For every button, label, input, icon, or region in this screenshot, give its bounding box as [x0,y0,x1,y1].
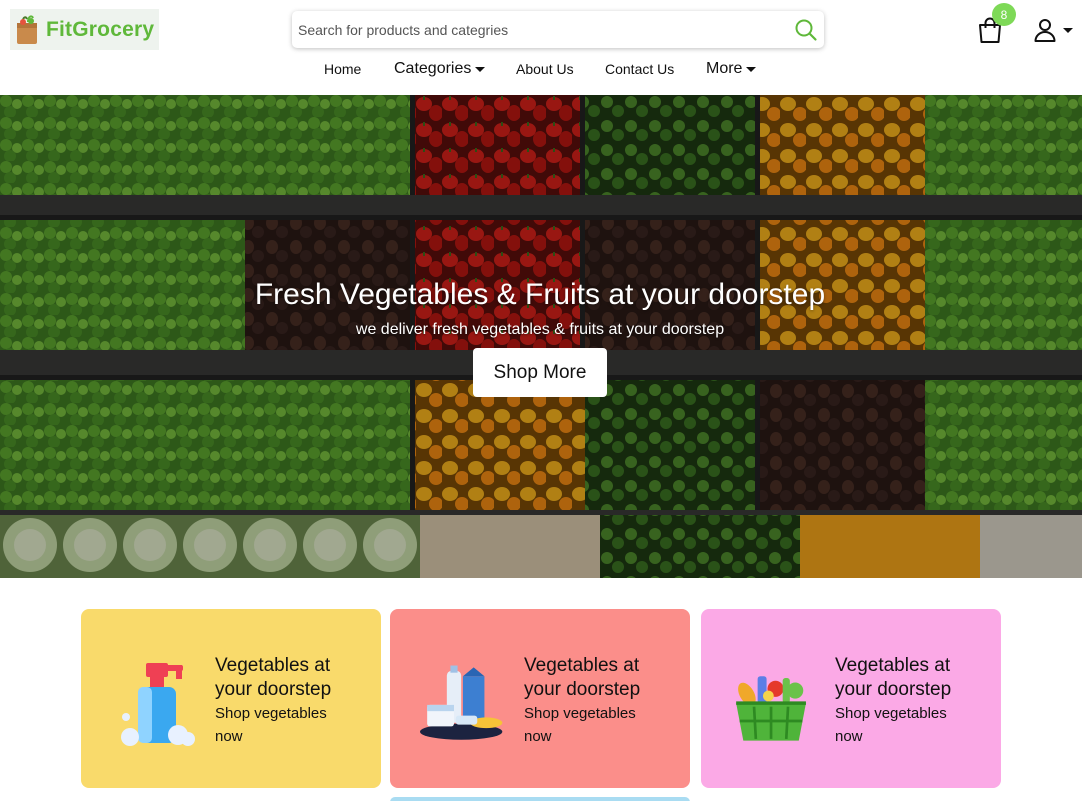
nav-more-label: More [706,60,743,77]
search-bar [292,11,824,48]
main-nav: Home Categories About Us Contact Us More [0,55,1082,83]
search-input[interactable] [292,11,772,48]
hero-title: Fresh Vegetables & Fruits at your doorst… [254,278,826,311]
grocery-bag-icon [17,14,37,44]
nav-contact[interactable]: Contact Us [605,55,674,83]
nav-more[interactable]: More [706,55,757,83]
category-card-partial[interactable] [390,797,690,801]
nav-home-label: Home [324,61,362,77]
nav-home[interactable]: Home [324,55,361,83]
card-title: Vegetables at your doorstep [524,655,641,700]
nav-about-label: About Us [516,61,574,77]
search-icon[interactable] [794,18,818,42]
nav-contact-label: Contact Us [605,61,675,77]
user-icon [1034,19,1056,42]
user-menu[interactable] [1033,17,1073,43]
card-title: Vegetables at your doorstep [215,655,332,700]
shop-more-button[interactable]: Shop More [473,348,607,397]
nav-about[interactable]: About Us [516,55,574,83]
card-description: Shop vegetables now [835,705,947,745]
grocery-basket-icon [736,676,806,741]
chevron-down-icon [1063,27,1073,33]
hero-subtitle: we deliver fresh vegetables & fruits at … [355,321,725,338]
category-card[interactable]: Vegetables at your doorstep Shop vegetab… [701,609,1001,788]
card-description: Shop vegetables now [524,705,636,745]
card-description: Shop vegetables now [215,705,327,745]
brand-logo[interactable]: FitGrocery [10,9,159,50]
brand-name: FitGrocery [46,17,155,41]
category-card[interactable]: Vegetables at your doorstep Shop vegetab… [81,609,381,788]
hero-banner: Fresh Vegetables & Fruits at your doorst… [0,95,1082,578]
nav-categories[interactable]: Categories [394,55,486,83]
category-card[interactable]: Vegetables at your doorstep Shop vegetab… [390,609,690,788]
dairy-products-icon [420,665,503,740]
soap-bottle-icon [121,663,195,746]
card-title: Vegetables at your doorstep [835,655,952,700]
site-header: FitGrocery 8 Home Categories About Us Co… [0,0,1082,95]
chevron-down-icon [746,66,757,72]
cart-count-badge: 8 [992,3,1016,26]
nav-categories-label: Categories [394,60,472,77]
chevron-down-icon [475,66,486,72]
